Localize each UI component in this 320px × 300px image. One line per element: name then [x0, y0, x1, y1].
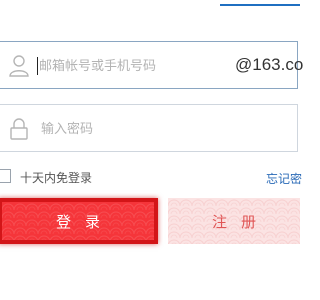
forgot-password-link[interactable]: 忘记密: [266, 170, 302, 187]
remember-checkbox[interactable]: [0, 169, 11, 183]
username-input[interactable]: [39, 55, 227, 77]
remember-label: 十天内免登录: [20, 171, 93, 185]
lock-icon: [9, 117, 29, 141]
login-label: 登录: [55, 213, 114, 231]
text-cursor: [37, 57, 38, 75]
register-button[interactable]: 注册: [168, 198, 300, 244]
username-field[interactable]: @163.co: [0, 41, 303, 89]
login-button[interactable]: 登录: [0, 198, 158, 244]
password-field[interactable]: [0, 104, 298, 152]
password-input[interactable]: [41, 118, 229, 140]
domain-suffix: @163.co: [235, 55, 304, 74]
user-icon: [9, 54, 29, 78]
tab-underline: [220, 4, 300, 6]
register-label: 注册: [211, 213, 270, 231]
